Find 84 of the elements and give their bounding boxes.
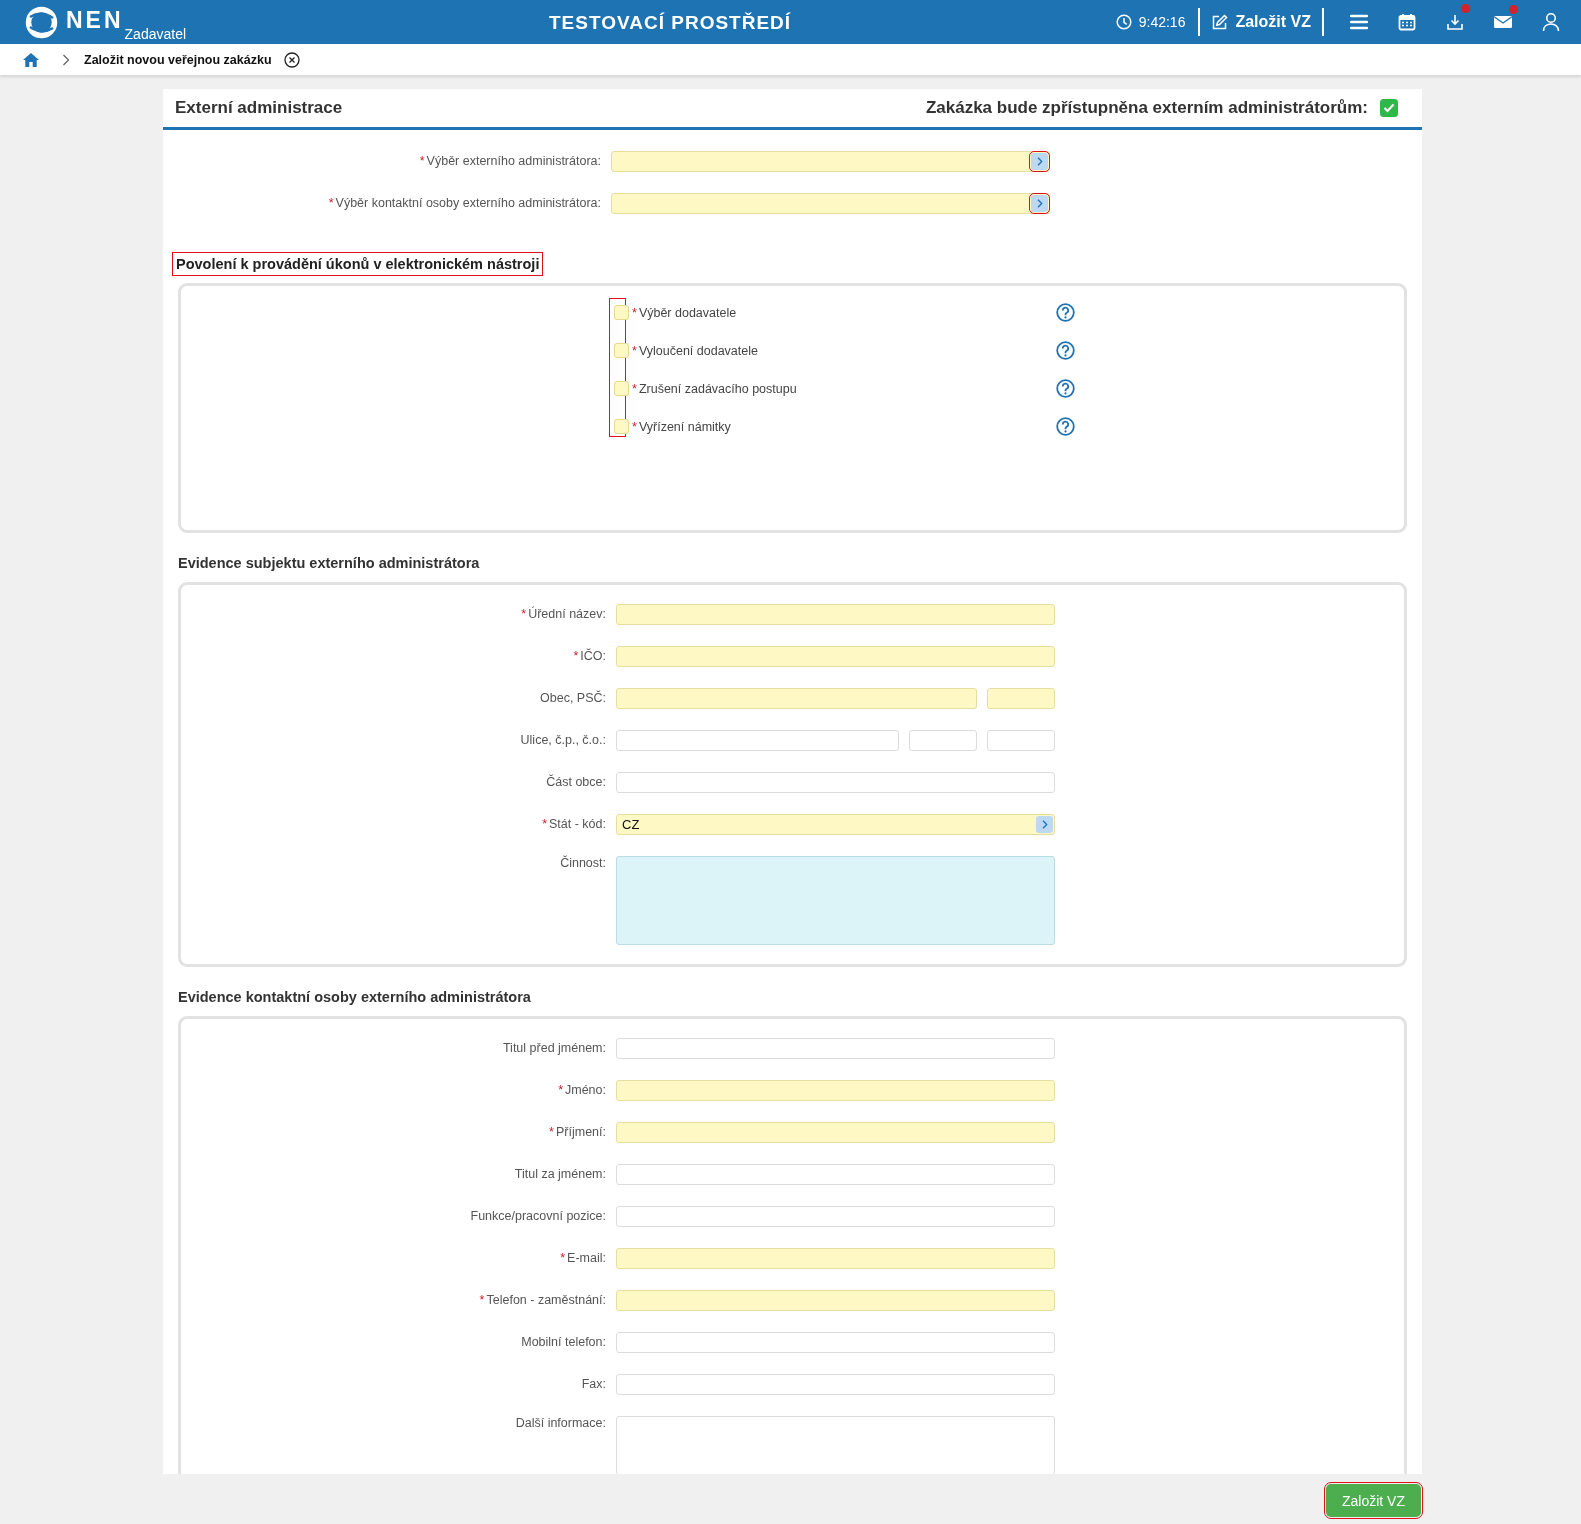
lookup-field[interactable] — [611, 151, 1050, 172]
help-icon[interactable] — [1056, 341, 1075, 360]
access-label: Zakázka bude zpřístupněna externím administrátorům: — [925, 98, 1368, 118]
field-label: Obec, PSČ: — [540, 691, 606, 705]
clock-icon — [1115, 14, 1132, 30]
field-label: * Úřední název: — [521, 607, 606, 621]
input-field[interactable] — [616, 730, 899, 751]
field-label: * Výběr externího administrátora: — [419, 154, 601, 168]
menu-icon[interactable] — [1350, 14, 1368, 30]
checkbox[interactable] — [614, 305, 629, 320]
field-label: Fax: — [581, 1377, 606, 1391]
input-field[interactable] — [616, 1164, 1055, 1185]
input-field[interactable] — [616, 1206, 1055, 1227]
checkbox[interactable] — [614, 419, 629, 434]
calendar-icon[interactable] — [1398, 13, 1416, 31]
lookup-button[interactable] — [1031, 153, 1048, 170]
field-label: * IČO: — [573, 649, 606, 663]
field-label: Ulice, č.p., č.o.: — [520, 733, 606, 747]
field-label: Titul před jménem: — [502, 1041, 606, 1055]
input-field[interactable] — [987, 688, 1055, 709]
input-field[interactable] — [909, 730, 977, 751]
lookup-button[interactable] — [1036, 816, 1053, 833]
mail-icon[interactable] — [1493, 14, 1513, 30]
text-area[interactable] — [616, 1416, 1055, 1474]
logo-text: NEN — [66, 6, 124, 34]
lookup-field[interactable] — [611, 193, 1050, 214]
home-icon[interactable] — [22, 51, 40, 68]
input-field[interactable] — [616, 1290, 1055, 1311]
field-label: Část obce: — [546, 775, 606, 789]
chevron-right-icon — [1036, 157, 1043, 166]
field-label: * Výběr kontaktní osoby externího administrátora: — [328, 196, 601, 210]
checkbox[interactable] — [614, 343, 629, 358]
help-icon[interactable] — [1056, 303, 1075, 322]
field-label: * Stát - kód: — [542, 817, 606, 831]
field-label: Funkce/pracovní pozice: — [470, 1209, 606, 1223]
checkbox-label: * Zrušení zadávacího postupu — [632, 381, 797, 396]
input-field[interactable] — [616, 1332, 1055, 1353]
input-field[interactable] — [616, 1080, 1055, 1101]
text-area[interactable] — [616, 856, 1055, 945]
input-field[interactable] — [616, 1374, 1055, 1395]
checkbox-label: * Výběr dodavatele — [632, 305, 737, 320]
section-title: Evidence subjektu externího administrátora — [178, 554, 481, 573]
environment-title: TESTOVACÍ PROSTŘEDÍ — [549, 12, 793, 34]
logo-icon — [25, 5, 58, 39]
field-label: * Příjmení: — [549, 1125, 606, 1139]
checkbox[interactable] — [614, 381, 629, 396]
input-field[interactable] — [616, 646, 1055, 667]
checkbox-label: * Vyřízení námitky — [632, 419, 731, 434]
field-label: Činnost: — [560, 856, 606, 870]
create-link[interactable]: Založit VZ — [1211, 13, 1311, 31]
edit-icon — [1211, 13, 1229, 31]
field-label: Mobilní telefon: — [521, 1335, 606, 1349]
access-checkbox[interactable] — [1380, 99, 1398, 117]
input-field[interactable] — [987, 730, 1055, 751]
field-label: Titul za jménem: — [514, 1167, 606, 1181]
field-label: * E-mail: — [560, 1251, 606, 1265]
role-label: Zadavatel — [124, 26, 187, 42]
input-field[interactable] — [616, 1248, 1055, 1269]
field-label: Další informace: — [515, 1416, 606, 1430]
close-icon[interactable] — [283, 51, 300, 68]
panel-title: Externí administrace — [175, 98, 343, 118]
chevron-right-icon — [1041, 820, 1048, 829]
lookup-field[interactable]: CZ — [616, 814, 1055, 835]
help-icon[interactable] — [1056, 379, 1075, 398]
field-label: * Jméno: — [558, 1083, 606, 1097]
lookup-button[interactable] — [1031, 195, 1048, 212]
section-title: Evidence kontaktní osoby externího administrátora — [178, 988, 532, 1007]
submit-button[interactable]: Založit VZ — [1326, 1484, 1421, 1517]
field-value: CZ — [622, 817, 640, 832]
input-field[interactable] — [616, 604, 1055, 625]
breadcrumb-item: Založit novou veřejnou zakázku — [84, 52, 272, 67]
chevron-right-icon — [62, 53, 70, 66]
input-field[interactable] — [616, 1122, 1055, 1143]
input-field[interactable] — [616, 772, 1055, 793]
chevron-right-icon — [1036, 199, 1043, 208]
session-time: 9:42:16 — [1138, 14, 1186, 30]
download-icon[interactable] — [1446, 13, 1464, 31]
input-field[interactable] — [616, 688, 977, 709]
user-icon[interactable] — [1542, 12, 1560, 32]
field-label: * Telefon - zaměstnání: — [479, 1293, 606, 1307]
section-title: Povolení k provádění úkonů v elektronickém nástroji — [172, 252, 544, 276]
help-icon[interactable] — [1056, 417, 1075, 436]
input-field[interactable] — [616, 1038, 1055, 1059]
checkbox-label: * Vyloučení dodavatele — [632, 343, 758, 358]
